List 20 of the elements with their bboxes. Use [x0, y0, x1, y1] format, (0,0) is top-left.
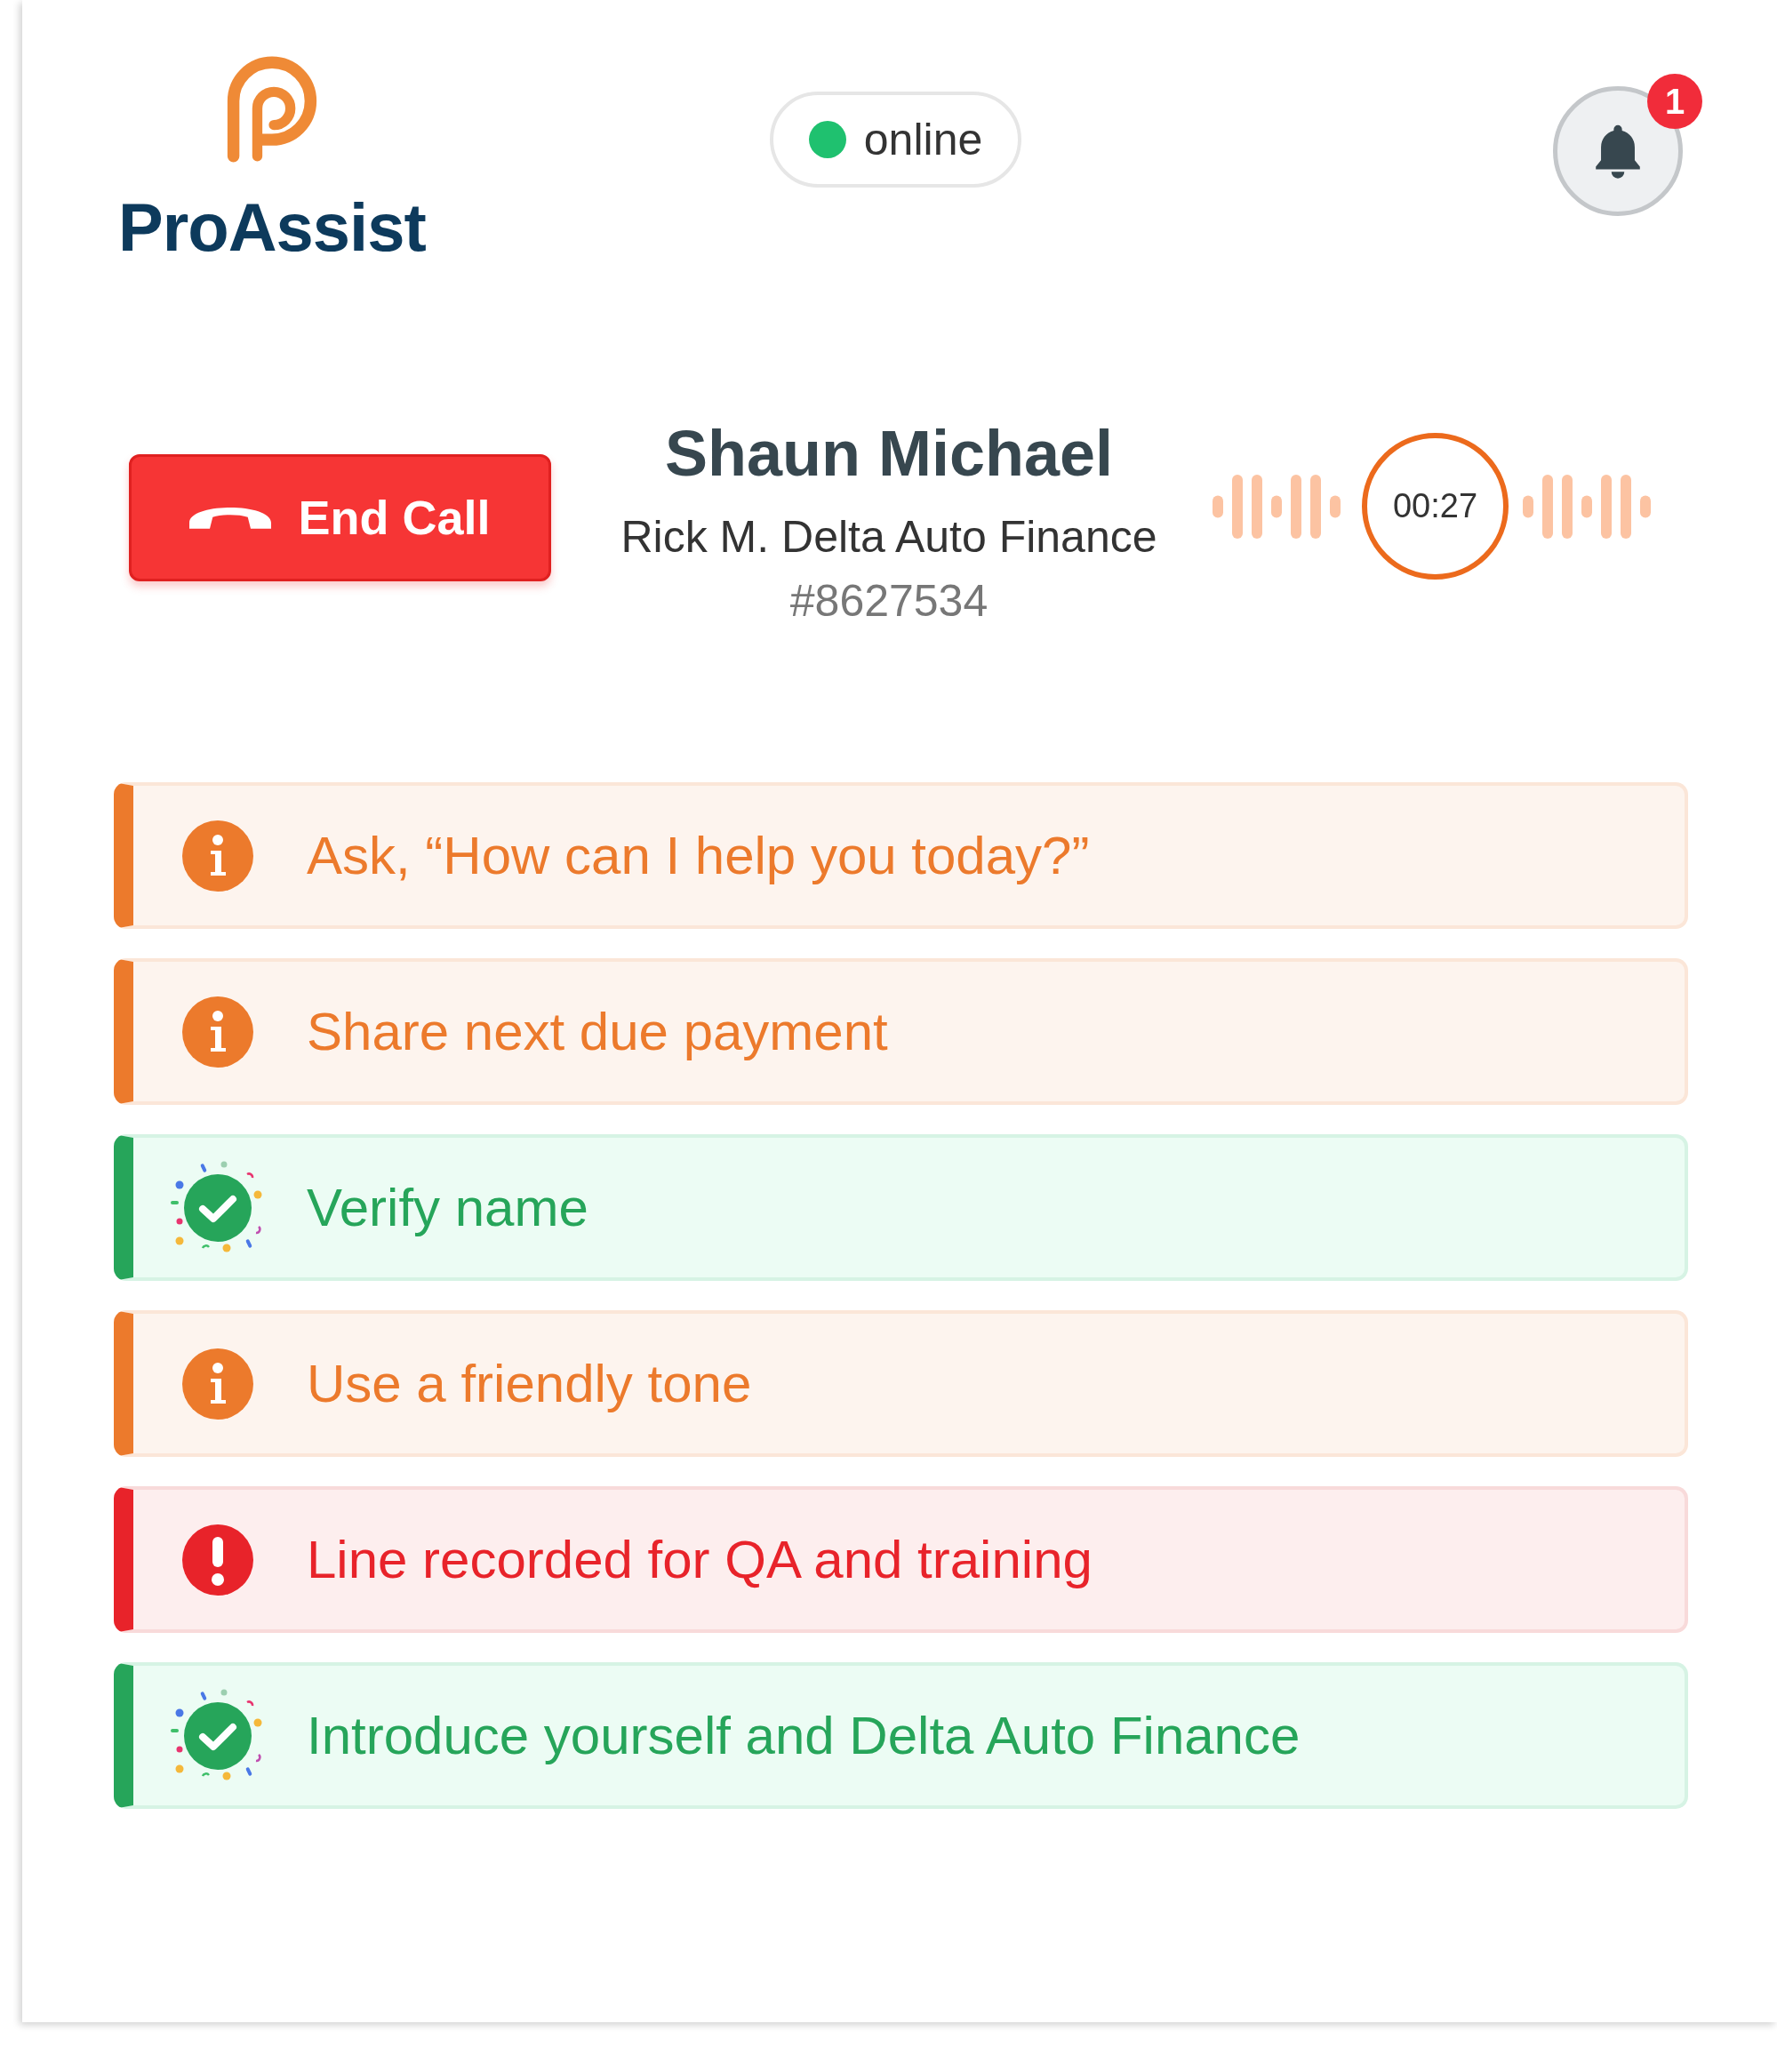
checklist-text: Share next due payment — [307, 1001, 888, 1062]
status-dot — [808, 121, 846, 158]
checklist-text: Verify name — [307, 1177, 588, 1238]
call-timer: 00:27 — [1362, 433, 1509, 580]
notification-badge: 1 — [1647, 74, 1702, 129]
caller-number: #8627534 — [789, 575, 989, 627]
app-name: ProAssist — [118, 188, 426, 266]
checklist-text: Ask, “How can I help you today?” — [307, 825, 1090, 886]
end-call-button[interactable]: End Call — [129, 453, 551, 581]
checklist-text: Line recorded for QA and training — [307, 1529, 1093, 1590]
alert-icon — [182, 1524, 253, 1596]
phone-icon — [189, 506, 272, 529]
info-icon — [182, 820, 253, 892]
caller-name: Shaun Michael — [664, 417, 1114, 490]
checklist-text: Use a friendly tone — [307, 1353, 752, 1414]
status-label: online — [863, 114, 983, 165]
checklist-text: Introduce yourself and Delta Auto Finance — [307, 1705, 1301, 1766]
info-icon — [182, 1348, 253, 1420]
caller-account: Rick M. Delta Auto Finance — [620, 511, 1157, 563]
info-icon — [182, 996, 253, 1068]
